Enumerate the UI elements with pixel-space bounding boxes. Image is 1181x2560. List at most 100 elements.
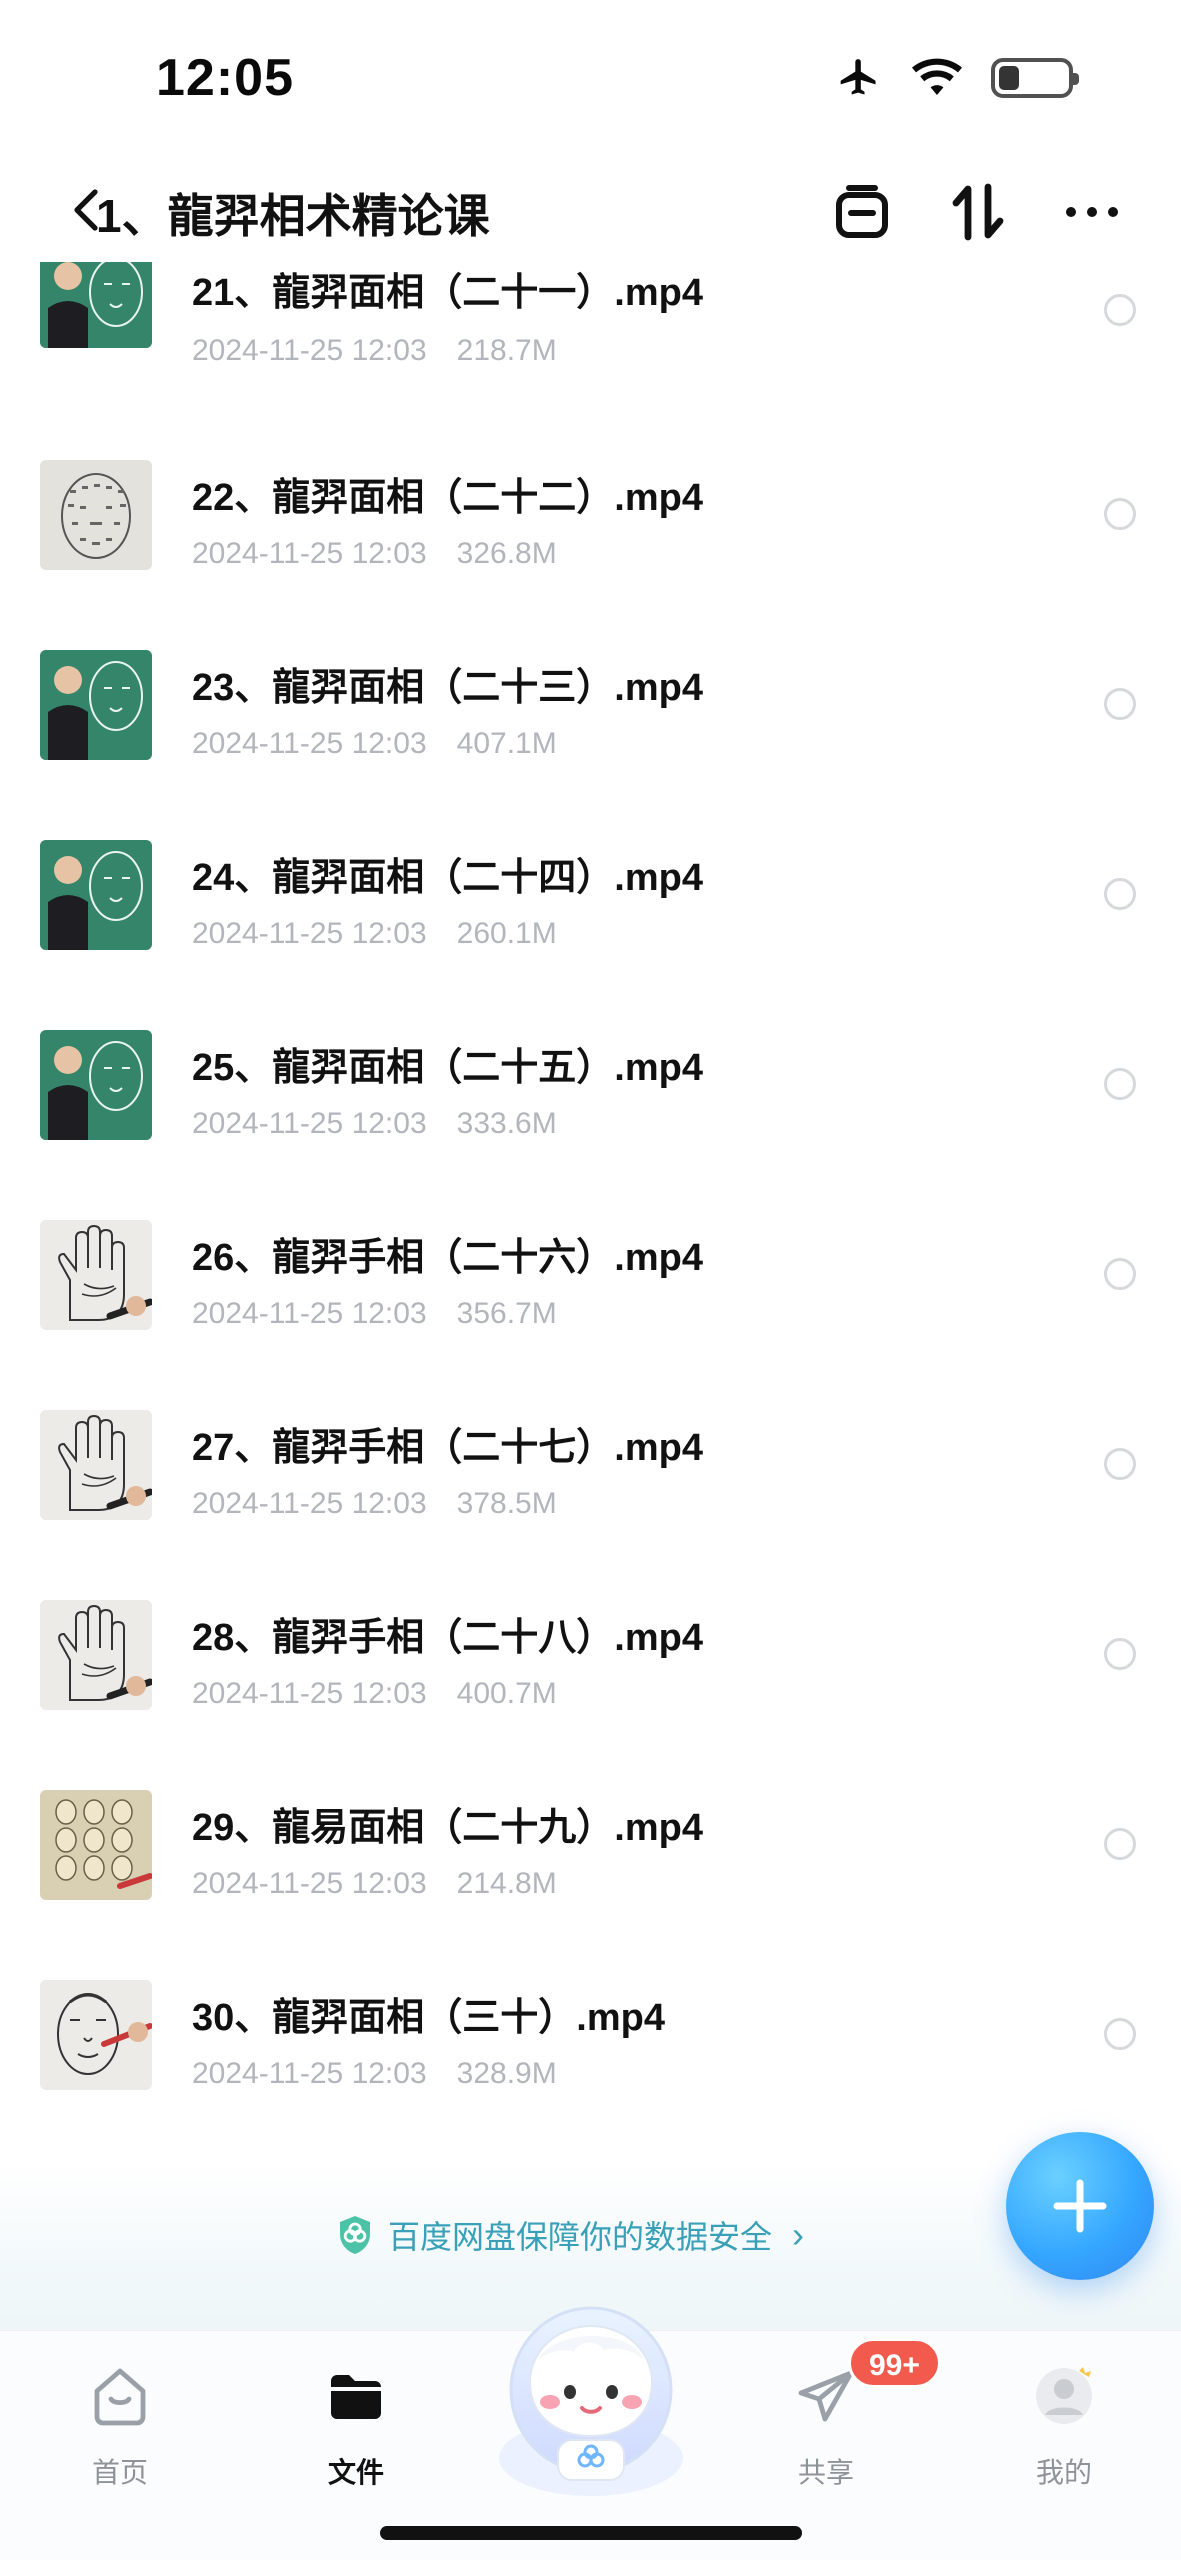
add-button[interactable] — [1006, 2132, 1154, 2280]
file-size: 333.6M — [456, 1107, 557, 1140]
file-meta: 2024-11-25 12:03 214.8M — [192, 1867, 557, 1901]
video-thumbnail — [40, 1980, 152, 2090]
file-name: 27、龍羿手相（二十七）.mp4 — [192, 1427, 703, 1469]
file-meta: 2024-11-25 12:03 356.7M — [192, 1297, 557, 1331]
file-name: 29、龍易面相（二十九）.mp4 — [192, 1807, 703, 1849]
page-title: 1、龍羿相术精论课 — [96, 190, 490, 242]
file-date: 2024-11-25 12:03 — [192, 727, 427, 760]
file-name: 25、龍羿面相（二十五）.mp4 — [192, 1047, 703, 1089]
file-size: 378.5M — [456, 1487, 557, 1520]
tab-label: 首页 — [91, 2457, 148, 2488]
file-size: 326.8M — [456, 537, 557, 570]
file-size: 214.8M — [456, 1867, 557, 1900]
select-checkbox[interactable] — [1104, 878, 1136, 910]
file-row[interactable]: 26、龍羿手相（二十六）.mp4 2024-11-25 12:03 356.7M — [0, 1214, 1181, 1404]
status-bar: 12:05 — [0, 0, 1181, 150]
file-meta: 2024-11-25 12:03 333.6M — [192, 1107, 557, 1141]
video-thumbnail — [40, 650, 152, 760]
mascot-button[interactable] — [492, 2290, 690, 2500]
wifi-icon — [912, 58, 962, 95]
send-icon — [798, 2370, 854, 2422]
header: 1、龍羿相术精论课 — [0, 160, 1181, 260]
file-date: 2024-11-25 12:03 — [192, 537, 427, 570]
file-name: 22、龍羿面相（二十二）.mp4 — [192, 477, 703, 519]
shield-icon — [340, 2216, 370, 2254]
status-time: 12:05 — [156, 49, 294, 107]
select-checkbox[interactable] — [1104, 1828, 1136, 1860]
tab-profile[interactable]: 我的 — [1004, 2355, 1124, 2495]
tab-home[interactable]: 首页 — [60, 2355, 180, 2495]
file-name: 24、龍羿面相（二十四）.mp4 — [192, 857, 703, 899]
select-checkbox[interactable] — [1104, 688, 1136, 720]
file-size: 400.7M — [456, 1677, 557, 1710]
video-thumbnail — [40, 1030, 152, 1140]
select-checkbox[interactable] — [1104, 1448, 1136, 1480]
video-thumbnail — [40, 1410, 152, 1520]
file-date: 2024-11-25 12:03 — [192, 2057, 427, 2090]
file-row[interactable]: 23、龍羿面相（二十三）.mp4 2024-11-25 12:03 407.1M — [0, 644, 1181, 834]
file-size: 260.1M — [456, 917, 557, 950]
select-checkbox[interactable] — [1104, 1258, 1136, 1290]
status-icons — [835, 56, 1079, 100]
file-row[interactable]: 27、龍羿手相（二十七）.mp4 2024-11-25 12:03 378.5M — [0, 1404, 1181, 1594]
file-date: 2024-11-25 12:03 — [192, 1297, 427, 1330]
video-thumbnail — [40, 460, 152, 570]
file-row[interactable]: 28、龍羿手相（二十八）.mp4 2024-11-25 12:03 400.7M — [0, 1594, 1181, 1784]
file-row[interactable]: 30、龍羿面相（三十）.mp4 2024-11-25 12:03 328.9M — [0, 1974, 1181, 2112]
tab-files[interactable]: 文件 — [296, 2355, 416, 2495]
file-meta: 2024-11-25 12:03 378.5M — [192, 1487, 557, 1521]
file-size: 356.7M — [456, 1297, 557, 1330]
file-row[interactable]: 22、龍羿面相（二十二）.mp4 2024-11-25 12:03 326.8M — [0, 454, 1181, 644]
file-meta: 2024-11-25 12:03 400.7M — [192, 1677, 557, 1711]
select-checkbox[interactable] — [1104, 1068, 1136, 1100]
video-thumbnail — [40, 1790, 152, 1900]
file-name: 21、龍羿面相（二十一）.mp4 — [192, 272, 703, 314]
select-checkbox[interactable] — [1104, 2018, 1136, 2050]
file-list: 21、龍羿面相（二十一）.mp4 2024-11-25 12:03 218.7M 22… — [0, 262, 1181, 2112]
file-size: 328.9M — [456, 2057, 557, 2090]
folder-icon — [331, 2375, 381, 2419]
more-icon — [1066, 207, 1118, 217]
select-checkbox[interactable] — [1104, 294, 1136, 326]
video-thumbnail — [40, 1600, 152, 1710]
select-checkbox[interactable] — [1104, 498, 1136, 530]
file-name: 26、龍羿手相（二十六）.mp4 — [192, 1237, 703, 1279]
video-thumbnail — [40, 840, 152, 950]
tab-label: 文件 — [327, 2457, 384, 2488]
file-meta: 2024-11-25 12:03 326.8M — [192, 537, 557, 571]
file-row[interactable]: 29、龍易面相（二十九）.mp4 2024-11-25 12:03 214.8M — [0, 1784, 1181, 1974]
file-date: 2024-11-25 12:03 — [192, 334, 427, 367]
more-button[interactable] — [1060, 180, 1124, 244]
file-row[interactable]: 24、龍羿面相（二十四）.mp4 2024-11-25 12:03 260.1M — [0, 834, 1181, 1024]
battery-icon — [991, 58, 1079, 98]
select-box-icon — [836, 185, 888, 238]
file-date: 2024-11-25 12:03 — [192, 917, 427, 950]
video-thumbnail — [40, 1220, 152, 1330]
security-banner-text: 百度网盘保障你的数据安全 — [388, 2219, 773, 2255]
tab-label: 我的 — [1035, 2457, 1092, 2488]
file-date: 2024-11-25 12:03 — [192, 1677, 427, 1710]
security-banner-content[interactable]: 百度网盘保障你的数据安全 › — [336, 2212, 804, 2258]
plus-icon — [1053, 2179, 1107, 2233]
tab-label: 共享 — [797, 2457, 854, 2488]
file-row[interactable]: 21、龍羿面相（二十一）.mp4 2024-11-25 12:03 218.7M — [0, 262, 1181, 454]
file-name: 23、龍羿面相（二十三）.mp4 — [192, 667, 703, 709]
file-row[interactable]: 25、龍羿面相（二十五）.mp4 2024-11-25 12:03 333.6M — [0, 1024, 1181, 1214]
sort-icon — [952, 183, 1004, 241]
chevron-right-icon: › — [792, 2214, 805, 2255]
select-checkbox[interactable] — [1104, 1638, 1136, 1670]
file-date: 2024-11-25 12:03 — [192, 1867, 427, 1900]
file-size: 407.1M — [456, 727, 557, 760]
airplane-icon — [840, 59, 876, 95]
select-box-button[interactable] — [830, 180, 894, 244]
file-size: 218.7M — [456, 334, 557, 367]
mascot-icon — [499, 2306, 683, 2496]
file-meta: 2024-11-25 12:03 407.1M — [192, 727, 557, 761]
home-indicator — [380, 2526, 802, 2540]
sort-button[interactable] — [946, 180, 1010, 244]
file-meta: 2024-11-25 12:03 260.1M — [192, 917, 557, 951]
avatar-icon — [1036, 2367, 1092, 2424]
battery-level — [999, 66, 1019, 90]
video-thumbnail — [40, 262, 152, 348]
share-badge: 99+ — [848, 2338, 941, 2388]
